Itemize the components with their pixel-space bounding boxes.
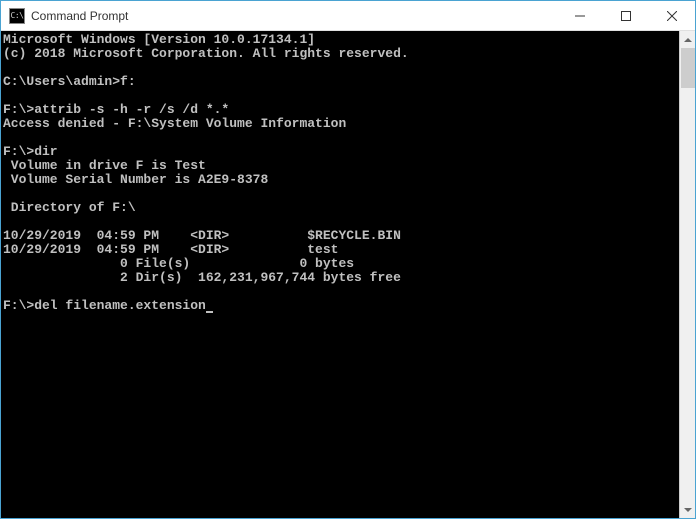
terminal-line: 0 File(s) 0 bytes bbox=[3, 257, 679, 271]
window-title: Command Prompt bbox=[31, 9, 557, 23]
cursor bbox=[206, 311, 213, 313]
terminal-output[interactable]: Microsoft Windows [Version 10.0.17134.1]… bbox=[1, 31, 679, 518]
cmd-icon-text: C:\ bbox=[11, 12, 24, 20]
terminal-area: Microsoft Windows [Version 10.0.17134.1]… bbox=[1, 31, 695, 518]
terminal-line: Access denied - F:\System Volume Informa… bbox=[3, 117, 679, 131]
window-controls bbox=[557, 1, 695, 30]
close-button[interactable] bbox=[649, 1, 695, 30]
terminal-line bbox=[3, 131, 679, 145]
scroll-down-arrow[interactable] bbox=[680, 501, 695, 518]
maximize-button[interactable] bbox=[603, 1, 649, 30]
terminal-line bbox=[3, 215, 679, 229]
command-prompt-window: C:\ Command Prompt Microsoft Windows [Ve… bbox=[0, 0, 696, 519]
terminal-line bbox=[3, 285, 679, 299]
terminal-line bbox=[3, 61, 679, 75]
titlebar[interactable]: C:\ Command Prompt bbox=[1, 1, 695, 31]
terminal-line bbox=[3, 89, 679, 103]
terminal-line: Microsoft Windows [Version 10.0.17134.1] bbox=[3, 33, 679, 47]
terminal-line: F:\>dir bbox=[3, 145, 679, 159]
terminal-line: 2 Dir(s) 162,231,967,744 bytes free bbox=[3, 271, 679, 285]
terminal-line: C:\Users\admin>f: bbox=[3, 75, 679, 89]
terminal-line: 10/29/2019 04:59 PM <DIR> test bbox=[3, 243, 679, 257]
cmd-icon: C:\ bbox=[9, 8, 25, 24]
terminal-line: Volume Serial Number is A2E9-8378 bbox=[3, 173, 679, 187]
terminal-line: F:\>del filename.extension bbox=[3, 299, 679, 313]
minimize-button[interactable] bbox=[557, 1, 603, 30]
vertical-scrollbar[interactable] bbox=[679, 31, 695, 518]
terminal-line: Directory of F:\ bbox=[3, 201, 679, 215]
terminal-line bbox=[3, 187, 679, 201]
scroll-up-arrow[interactable] bbox=[680, 31, 695, 48]
terminal-line: F:\>attrib -s -h -r /s /d *.* bbox=[3, 103, 679, 117]
terminal-line: (c) 2018 Microsoft Corporation. All righ… bbox=[3, 47, 679, 61]
terminal-line: Volume in drive F is Test bbox=[3, 159, 679, 173]
terminal-line: 10/29/2019 04:59 PM <DIR> $RECYCLE.BIN bbox=[3, 229, 679, 243]
scroll-thumb[interactable] bbox=[681, 48, 695, 88]
